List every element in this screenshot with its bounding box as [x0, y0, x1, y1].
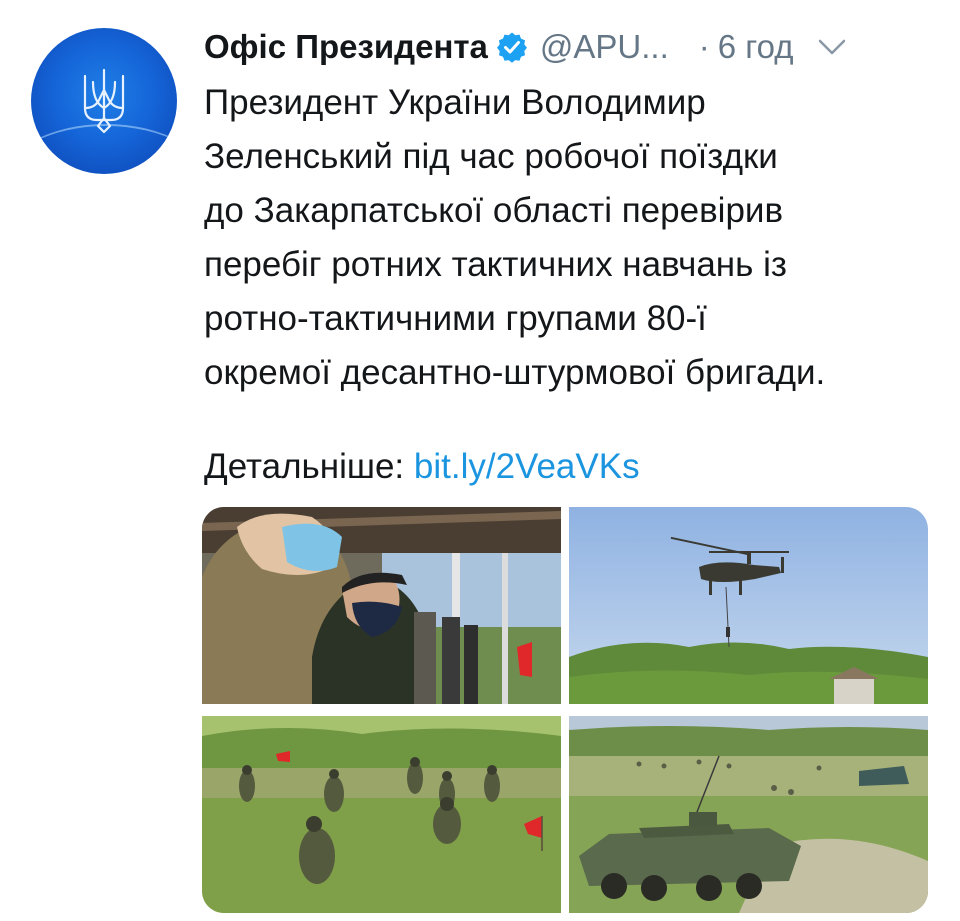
tweet-text-line: Президент України Володимир [204, 83, 706, 122]
soldiers-advancing-field-photo[interactable] [202, 716, 561, 913]
display-name[interactable]: Офіс Президента [204, 28, 488, 66]
tweet-timestamp[interactable]: 6 год [718, 28, 794, 66]
meta-separator: · [698, 28, 710, 65]
details-line: Детальніше: bit.ly/2VeaVKs [204, 440, 640, 494]
trident-logo [83, 68, 125, 134]
tweet-text-line: ротно-тактичними групами 80-ї [204, 299, 707, 338]
user-handle[interactable]: @APU... [540, 28, 669, 66]
tweet-text-line: Зеленський під час робочої поїздки [204, 137, 778, 176]
chevron-down-icon[interactable] [817, 37, 847, 57]
media-grid [202, 507, 928, 913]
armored-vehicle-field-photo[interactable] [569, 716, 928, 913]
officials-watching-exercise-photo[interactable] [202, 507, 561, 704]
tweet-text: Президент України Володимир Зеленський п… [204, 76, 944, 400]
tweet-text-line: окремої десантно-штурмової бригади. [204, 353, 826, 392]
tweet-text-line: перебіг ротних тактичних навчань із [204, 245, 787, 284]
details-label: Детальніше: [204, 447, 405, 486]
tweet-text-line: до Закарпатської області перевірив [204, 191, 784, 230]
tweet-header: Офіс Президента @APU... · 6 год [204, 22, 944, 72]
helicopter-rappel-photo[interactable] [569, 507, 928, 704]
details-link[interactable]: bit.ly/2VeaVKs [414, 447, 640, 486]
profile-avatar[interactable] [31, 28, 177, 174]
verified-badge-icon [496, 32, 527, 63]
